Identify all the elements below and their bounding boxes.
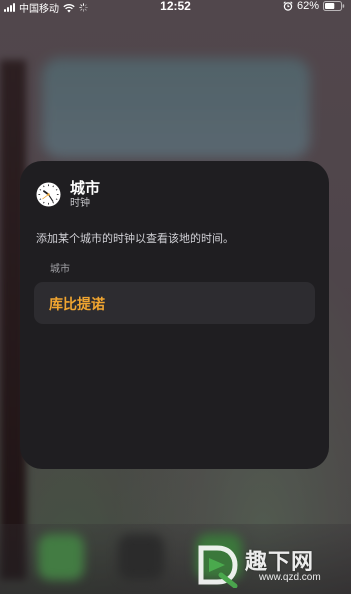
city-section-label: 城市: [50, 264, 70, 275]
status-bar: 中国移动 12:52 62%: [0, 0, 351, 15]
widget-config-card: 城市 时钟 添加某个城市的时钟以查看该地的时间。 城市 库比提诺: [20, 161, 329, 469]
widget-header: 城市 时钟: [36, 179, 100, 210]
site-watermark: 趣下网 www.qzd.com: [195, 540, 345, 590]
widget-description: 添加某个城市的时钟以查看该地的时间。: [36, 232, 234, 245]
selected-city-value: 库比提诺: [49, 297, 105, 313]
clock-app-icon: [36, 182, 61, 207]
widget-title: 城市: [70, 179, 101, 197]
battery-percentage: 62%: [296, 0, 319, 12]
widget-subtitle: 时钟: [70, 198, 90, 209]
alarm-icon: [283, 1, 293, 11]
watermark-url: www.qzd.com: [259, 572, 321, 583]
battery-icon: [323, 1, 345, 11]
city-selector-row[interactable]: 库比提诺: [34, 282, 315, 324]
status-right: 62%: [283, 0, 345, 12]
watermark-logo-icon: [198, 545, 238, 588]
widget-header-text: 城市 时钟: [70, 179, 100, 210]
